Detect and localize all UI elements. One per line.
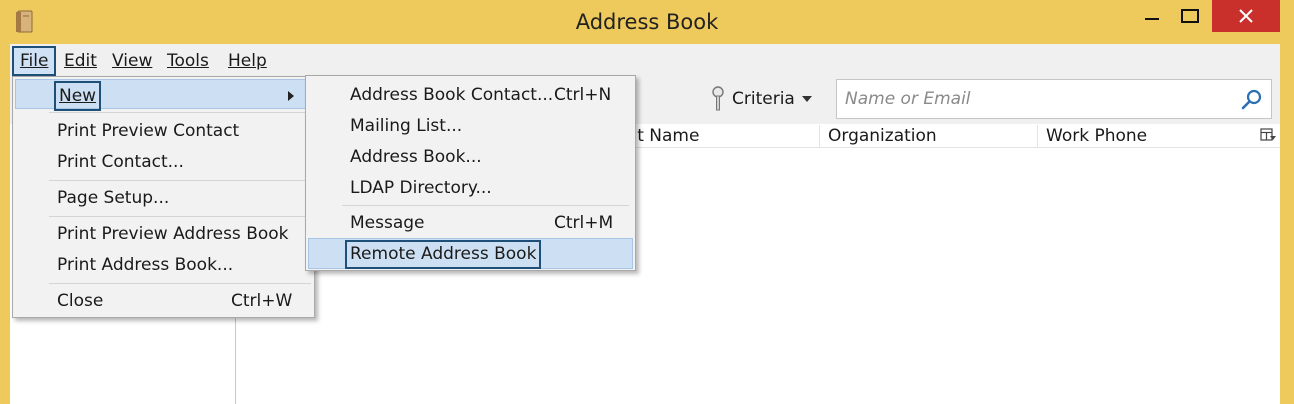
chevron-down-icon (801, 96, 812, 102)
new-menu-address-book-contact[interactable]: Address Book Contact... Ctrl+N (308, 80, 633, 110)
new-menu-ldap-directory[interactable]: LDAP Directory... (308, 173, 633, 203)
menu-separator (49, 283, 311, 284)
new-menu-item-shortcut: Ctrl+M (554, 213, 614, 233)
new-menu-item-shortcut: Ctrl+N (554, 85, 612, 105)
file-menu-new[interactable]: New (15, 79, 311, 111)
new-menu-item-label: Remote Address Book (345, 240, 542, 269)
file-menu-item-label: Close (57, 291, 104, 311)
column-picker-icon[interactable] (1260, 128, 1276, 142)
file-menu-item-label: Print Address Book... (57, 255, 234, 275)
menu-view[interactable]: View (106, 46, 158, 76)
new-menu-address-book[interactable]: Address Book... (308, 142, 633, 172)
menu-separator (49, 112, 311, 113)
menu-tools[interactable]: Tools (161, 46, 215, 76)
menu-tools-label: Tools (167, 51, 209, 71)
file-menu-print-preview-contact[interactable]: Print Preview Contact (15, 116, 311, 146)
menu-file[interactable]: File (12, 46, 57, 76)
column-work-phone[interactable]: Work Phone (1038, 125, 1256, 147)
menu-separator (49, 216, 311, 217)
window-title: Address Book (575, 10, 719, 34)
menu-help-label: Help (228, 51, 267, 71)
file-menu-page-setup[interactable]: Page Setup... (15, 183, 311, 213)
file-menu-item-label: Print Contact... (57, 152, 184, 172)
menu-edit-label: Edit (64, 51, 97, 71)
new-menu-item-label: Address Book... (350, 147, 482, 167)
menu-separator (49, 180, 311, 181)
new-menu-mailing-list[interactable]: Mailing List... (308, 111, 633, 141)
file-menu-close[interactable]: Close Ctrl+W (15, 286, 311, 316)
file-menu: New Print Preview Contact Print Contact.… (12, 76, 315, 318)
new-menu-message[interactable]: Message Ctrl+M (308, 208, 633, 238)
menu-view-label: View (112, 51, 153, 71)
menu-edit[interactable]: Edit (58, 46, 103, 76)
minimize-icon (1145, 18, 1159, 20)
submenu-arrow-icon (288, 91, 294, 101)
file-menu-item-label: Print Preview Address Book (57, 224, 289, 244)
criteria-button[interactable]: Criteria (710, 84, 813, 114)
file-menu-close-shortcut: Ctrl+W (231, 291, 293, 311)
criteria-label: Criteria (732, 89, 795, 109)
new-submenu: Address Book Contact... Ctrl+N Mailing L… (305, 75, 636, 271)
file-menu-new-label: New (59, 86, 97, 106)
close-button[interactable] (1212, 0, 1280, 32)
title-bar: Address Book (0, 0, 1294, 44)
file-menu-item-label: Print Preview Contact (57, 121, 240, 141)
menu-separator (342, 205, 629, 206)
file-menu-print-preview-address-book[interactable]: Print Preview Address Book (15, 219, 311, 249)
new-menu-item-label: Address Book Contact... (350, 85, 554, 105)
search-input[interactable] (845, 86, 1235, 112)
new-menu-remote-address-book[interactable]: Remote Address Book (308, 238, 633, 269)
new-menu-item-label: Mailing List... (350, 116, 463, 136)
menu-help[interactable]: Help (222, 46, 273, 76)
search-box[interactable] (836, 79, 1272, 119)
file-menu-item-label: Page Setup... (57, 188, 170, 208)
new-menu-item-label: Message (350, 213, 425, 233)
close-icon (1239, 9, 1253, 23)
new-menu-item-label: LDAP Directory... (350, 178, 492, 198)
menu-file-label: File (20, 51, 49, 71)
maximize-button[interactable] (1168, 0, 1212, 32)
file-menu-print-contact[interactable]: Print Contact... (15, 147, 311, 177)
search-icon[interactable] (1241, 89, 1263, 111)
key-icon (712, 86, 724, 111)
maximize-icon (1181, 9, 1199, 23)
file-menu-print-address-book[interactable]: Print Address Book... (15, 250, 311, 280)
column-organization[interactable]: Organization (820, 125, 1038, 147)
menu-bar: File Edit View Tools Help (10, 44, 1280, 78)
